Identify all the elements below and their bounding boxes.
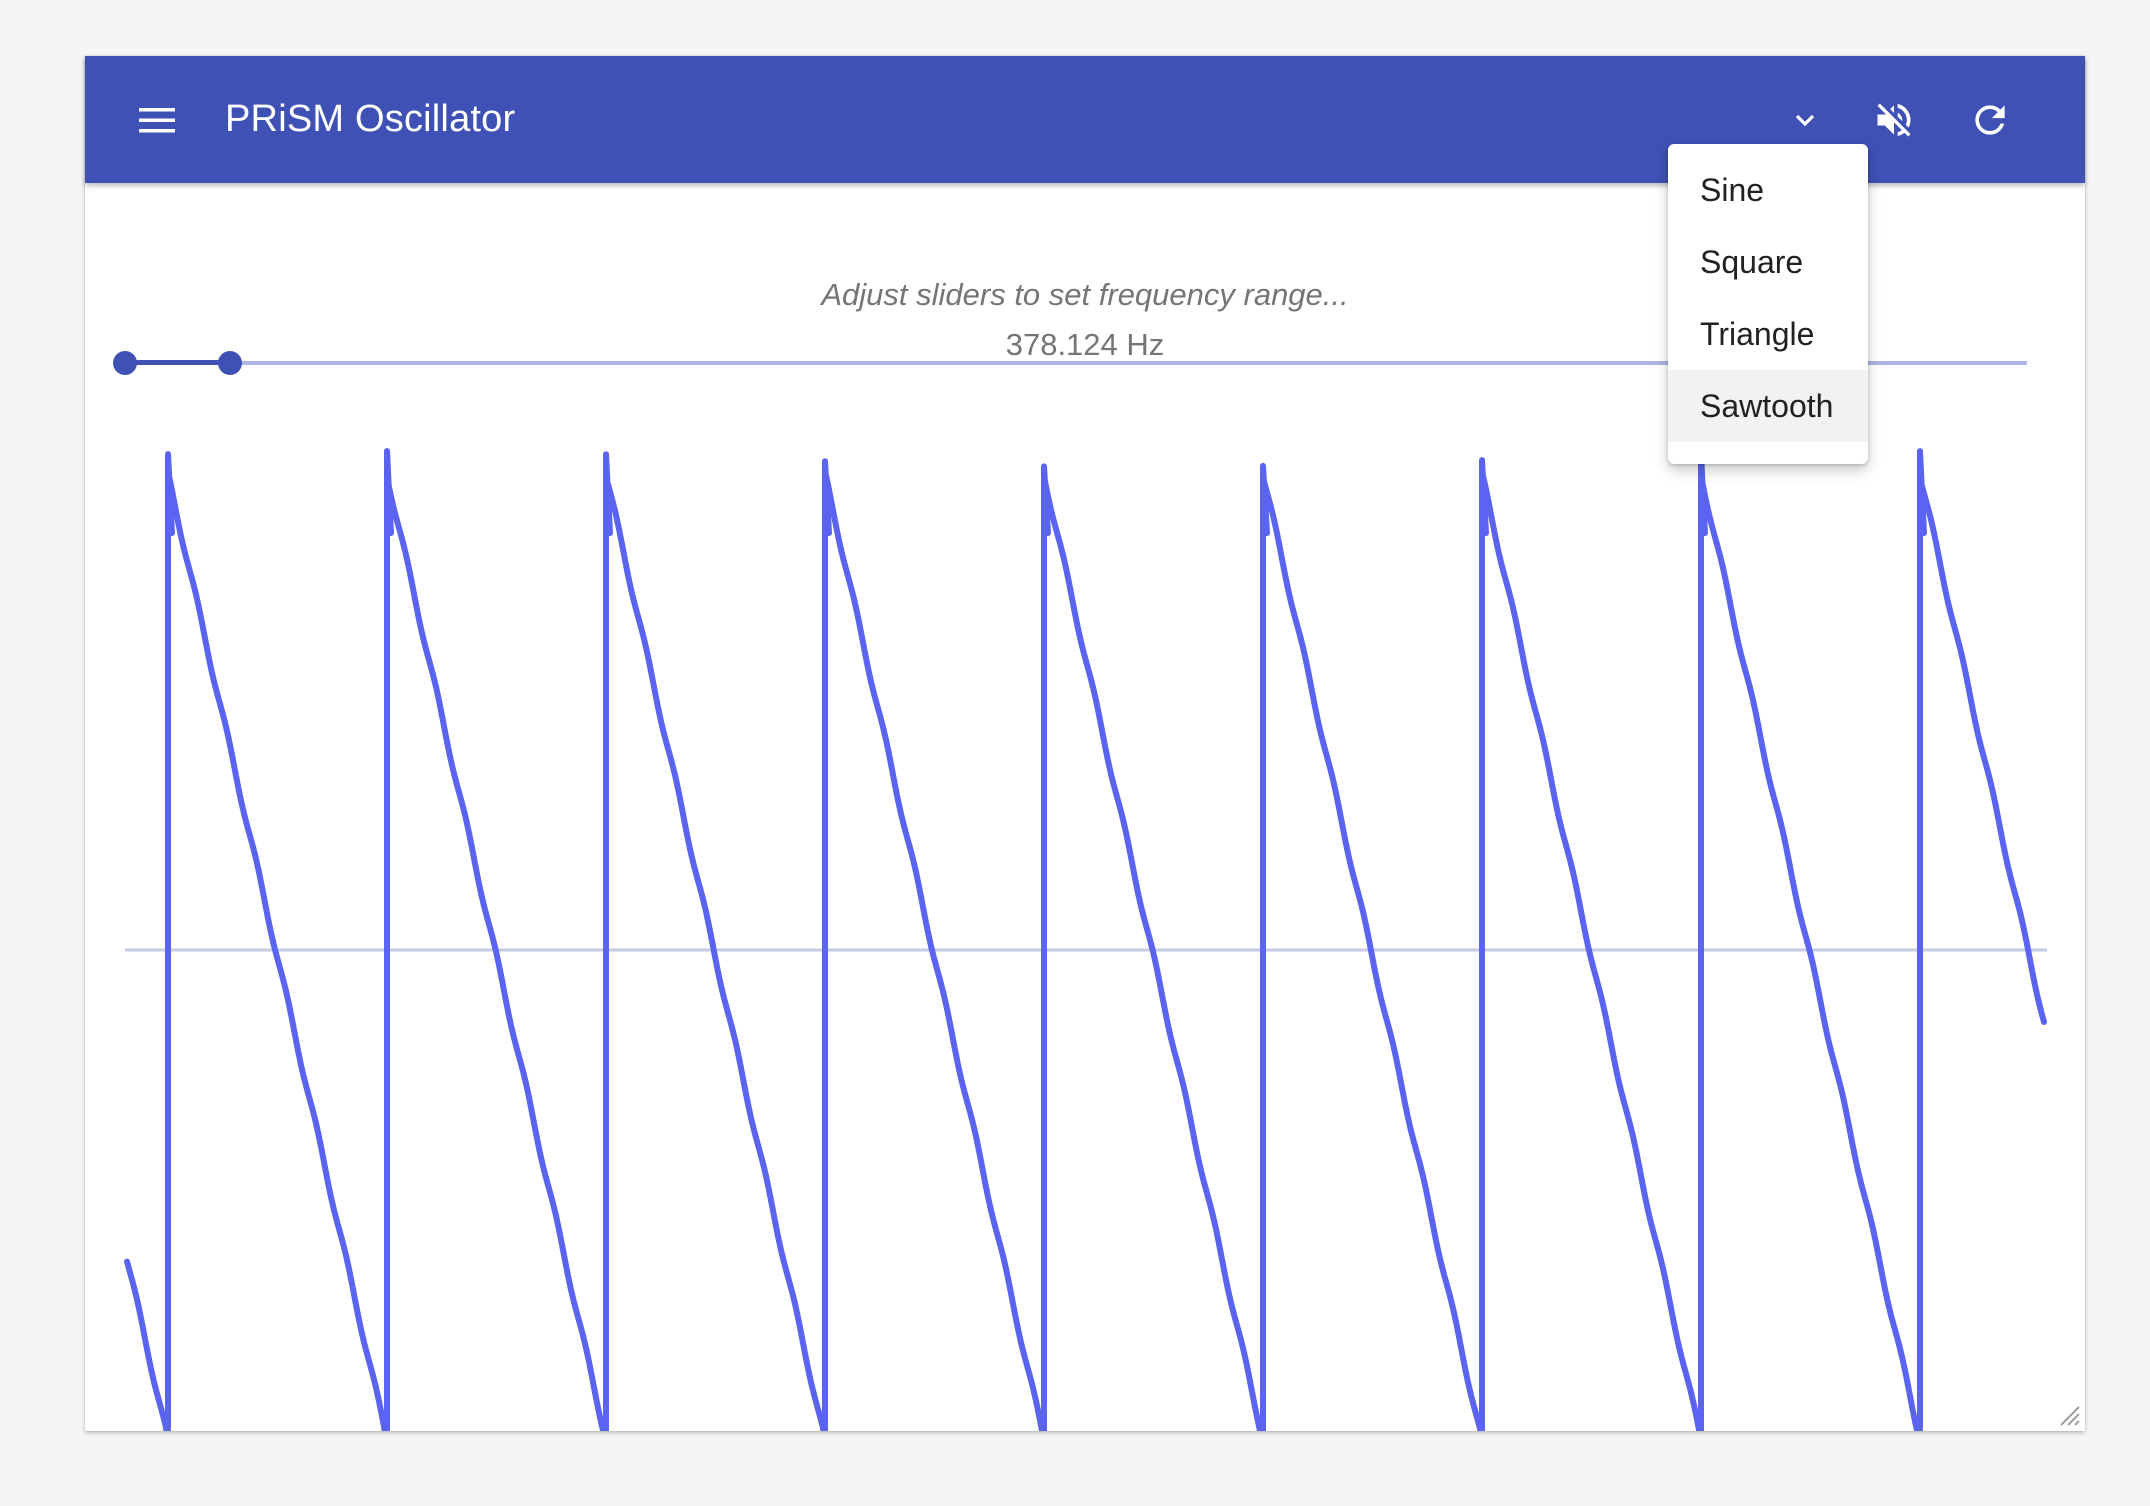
waveform-option-triangle[interactable]: Triangle xyxy=(1668,298,1868,370)
chevron-down-icon xyxy=(1795,114,1815,127)
refresh-button[interactable] xyxy=(1962,92,2018,148)
refresh-icon xyxy=(1975,105,2005,135)
waveform-option-square[interactable]: Square xyxy=(1668,226,1868,298)
waveform-select-toggle[interactable] xyxy=(1785,100,1825,140)
waveform-option-sawtooth[interactable]: Sawtooth xyxy=(1668,370,1868,442)
oscillator-window: PRiSM Oscillator Adjust sliders to set f… xyxy=(85,56,2085,1431)
app-title: PRiSM Oscillator xyxy=(225,98,516,140)
volume-off-icon xyxy=(1877,103,1911,137)
hamburger-menu-icon xyxy=(139,108,175,133)
waveform-menu: Sine Square Triangle Sawtooth xyxy=(1668,144,1868,464)
waveform-trace xyxy=(124,448,2047,1431)
waveform-option-sine[interactable]: Sine xyxy=(1668,154,1868,226)
mute-button[interactable] xyxy=(1866,92,1922,148)
resize-grip-icon[interactable] xyxy=(2055,1401,2081,1427)
menu-button[interactable] xyxy=(129,92,185,148)
